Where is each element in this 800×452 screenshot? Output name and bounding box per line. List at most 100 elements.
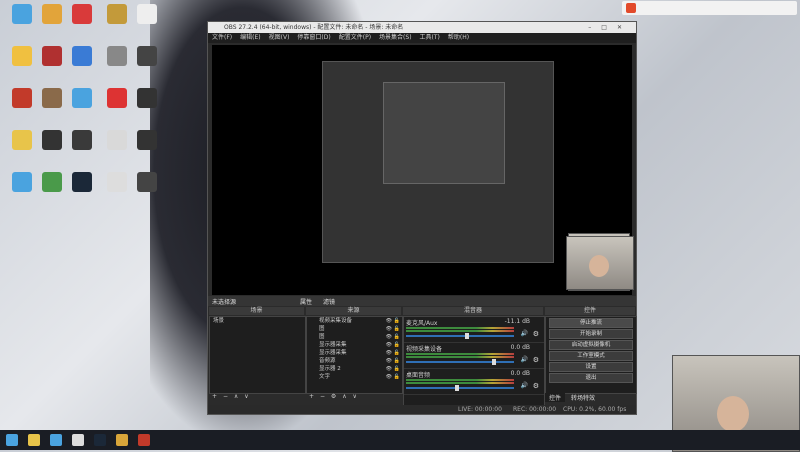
control-button[interactable]: 工作室模式 [549,351,633,361]
visibility-icon[interactable]: 👁 [386,357,392,365]
volume-slider-handle[interactable] [454,385,459,391]
visibility-icon[interactable]: 👁 [386,373,392,381]
source-item[interactable]: 显示器 2 👁 🔓 [307,365,402,373]
tab-controls[interactable]: 控件 [545,393,566,402]
menu-item[interactable]: 停靠窗口(D) [297,34,330,41]
control-button[interactable]: 退出 [549,373,633,383]
properties-button[interactable]: 属性 [300,297,312,306]
source-item[interactable]: 显示器采集 👁 🔓 [307,349,402,357]
move-down-icon[interactable]: ∨ [244,393,248,400]
desktop-icon[interactable] [127,4,167,26]
app-icon [107,88,127,108]
menu-item[interactable]: 视图(V) [269,34,290,41]
move-up-icon[interactable]: ∧ [234,393,238,400]
app-icon [72,46,92,66]
filters-button[interactable]: 滤镜 [323,297,335,306]
source-item[interactable]: 图 👁 🔓 [307,333,402,341]
input-method-tray[interactable] [622,1,797,15]
source-item[interactable]: 文字 👁 🔓 [307,373,402,381]
sogou-icon[interactable] [626,3,636,13]
visibility-icon[interactable]: 👁 [386,333,392,341]
app-icon [107,4,127,24]
scene-item[interactable]: 场景 [210,317,305,325]
lock-icon[interactable]: 🔓 [394,373,400,381]
volume-slider-handle[interactable] [492,359,497,365]
record-icon[interactable] [138,434,150,446]
file-explorer-icon[interactable] [28,434,40,446]
volume-slider-handle[interactable] [465,333,470,339]
desktop-icon[interactable] [127,172,167,194]
app-icon [42,130,62,150]
app-icon [137,88,157,108]
remove-source-icon[interactable]: − [320,393,325,400]
desktop-icon[interactable] [62,172,102,194]
controls-header: 控件 [545,307,635,315]
visibility-icon[interactable]: 👁 [386,365,392,373]
control-button[interactable]: 设置 [549,362,633,372]
desktop-icon[interactable] [62,130,102,152]
lock-icon[interactable]: 🔓 [394,357,400,365]
mixer-channel: 麦克风/Aux -11.1 dB 🔊 ⚙ [404,317,544,343]
window-title-bar[interactable]: OBS 27.2.4 (64-bit, windows) - 配置文件: 未命名… [208,22,636,33]
desktop-icon[interactable] [127,88,167,110]
live-status: LIVE: 00:00:00 [458,406,502,413]
remove-scene-icon[interactable]: − [223,393,228,400]
menu-item[interactable]: 文件(F) [212,34,232,41]
volume-slider[interactable] [406,333,514,339]
lock-icon[interactable]: 🔓 [394,349,400,357]
menu-item[interactable]: 场景集合(S) [379,34,412,41]
lock-icon[interactable]: 🔓 [394,317,400,325]
obs-icon[interactable] [72,434,84,446]
add-source-icon[interactable]: + [309,393,314,400]
gear-icon[interactable]: ⚙ [533,330,539,338]
browser-icon[interactable] [50,434,62,446]
app-icon [42,172,62,192]
visibility-icon[interactable]: 👁 [386,325,392,333]
add-scene-icon[interactable]: + [212,393,217,400]
source-item[interactable]: 图 👁 🔓 [307,325,402,333]
desktop-icon[interactable] [62,4,102,26]
desktop-icon[interactable] [62,88,102,110]
control-button[interactable]: 开始录制 [549,329,633,339]
windows-start-icon[interactable] [6,434,18,446]
app-icon [12,172,32,192]
volume-slider[interactable] [406,359,514,365]
source-settings-icon[interactable]: ⚙ [331,393,336,400]
lock-icon[interactable]: 🔓 [394,333,400,341]
menu-item[interactable]: 工具(T) [420,34,440,41]
window-controls[interactable]: –□✕ [588,22,632,33]
menu-item[interactable]: 帮助(H) [448,34,469,41]
visibility-icon[interactable]: 👁 [386,349,392,357]
lock-icon[interactable]: 🔓 [394,325,400,333]
desktop-icon[interactable] [127,130,167,152]
scenes-footer: + − ∧ ∨ [209,393,304,403]
gear-icon[interactable]: ⚙ [533,356,539,364]
move-up-icon[interactable]: ∧ [342,393,346,400]
visibility-icon[interactable]: 👁 [386,341,392,349]
menu-item[interactable]: 编辑(E) [240,34,260,41]
volume-slider[interactable] [406,385,514,391]
app-icon [107,46,127,66]
mute-icon[interactable]: 🔊 [521,382,528,389]
mute-icon[interactable]: 🔊 [521,330,528,337]
steam-icon[interactable] [94,434,106,446]
lock-icon[interactable]: 🔓 [394,341,400,349]
source-item[interactable]: 视频采集设备 👁 🔓 [307,317,402,325]
app-icon[interactable] [116,434,128,446]
source-item[interactable]: 音频源 👁 🔓 [307,357,402,365]
lock-icon[interactable]: 🔓 [394,365,400,373]
move-down-icon[interactable]: ∨ [353,393,357,400]
control-button[interactable]: 启动虚拟摄像机 [549,340,633,350]
gear-icon[interactable]: ⚙ [533,382,539,390]
source-item[interactable]: 显示器采集 👁 🔓 [307,341,402,349]
channel-name: 麦克风/Aux [406,320,438,327]
desktop-icon[interactable] [127,46,167,68]
tab-transitions[interactable]: 转场特效 [567,393,599,402]
visibility-icon[interactable]: 👁 [386,317,392,325]
source-label: 显示器 2 [319,366,341,372]
desktop-icon[interactable] [62,46,102,68]
control-button[interactable]: 停止推流 [549,318,633,328]
menu-item[interactable]: 配置文件(P) [339,34,371,41]
mute-icon[interactable]: 🔊 [521,356,528,363]
obs-window[interactable]: OBS 27.2.4 (64-bit, windows) - 配置文件: 未命名… [207,21,637,415]
